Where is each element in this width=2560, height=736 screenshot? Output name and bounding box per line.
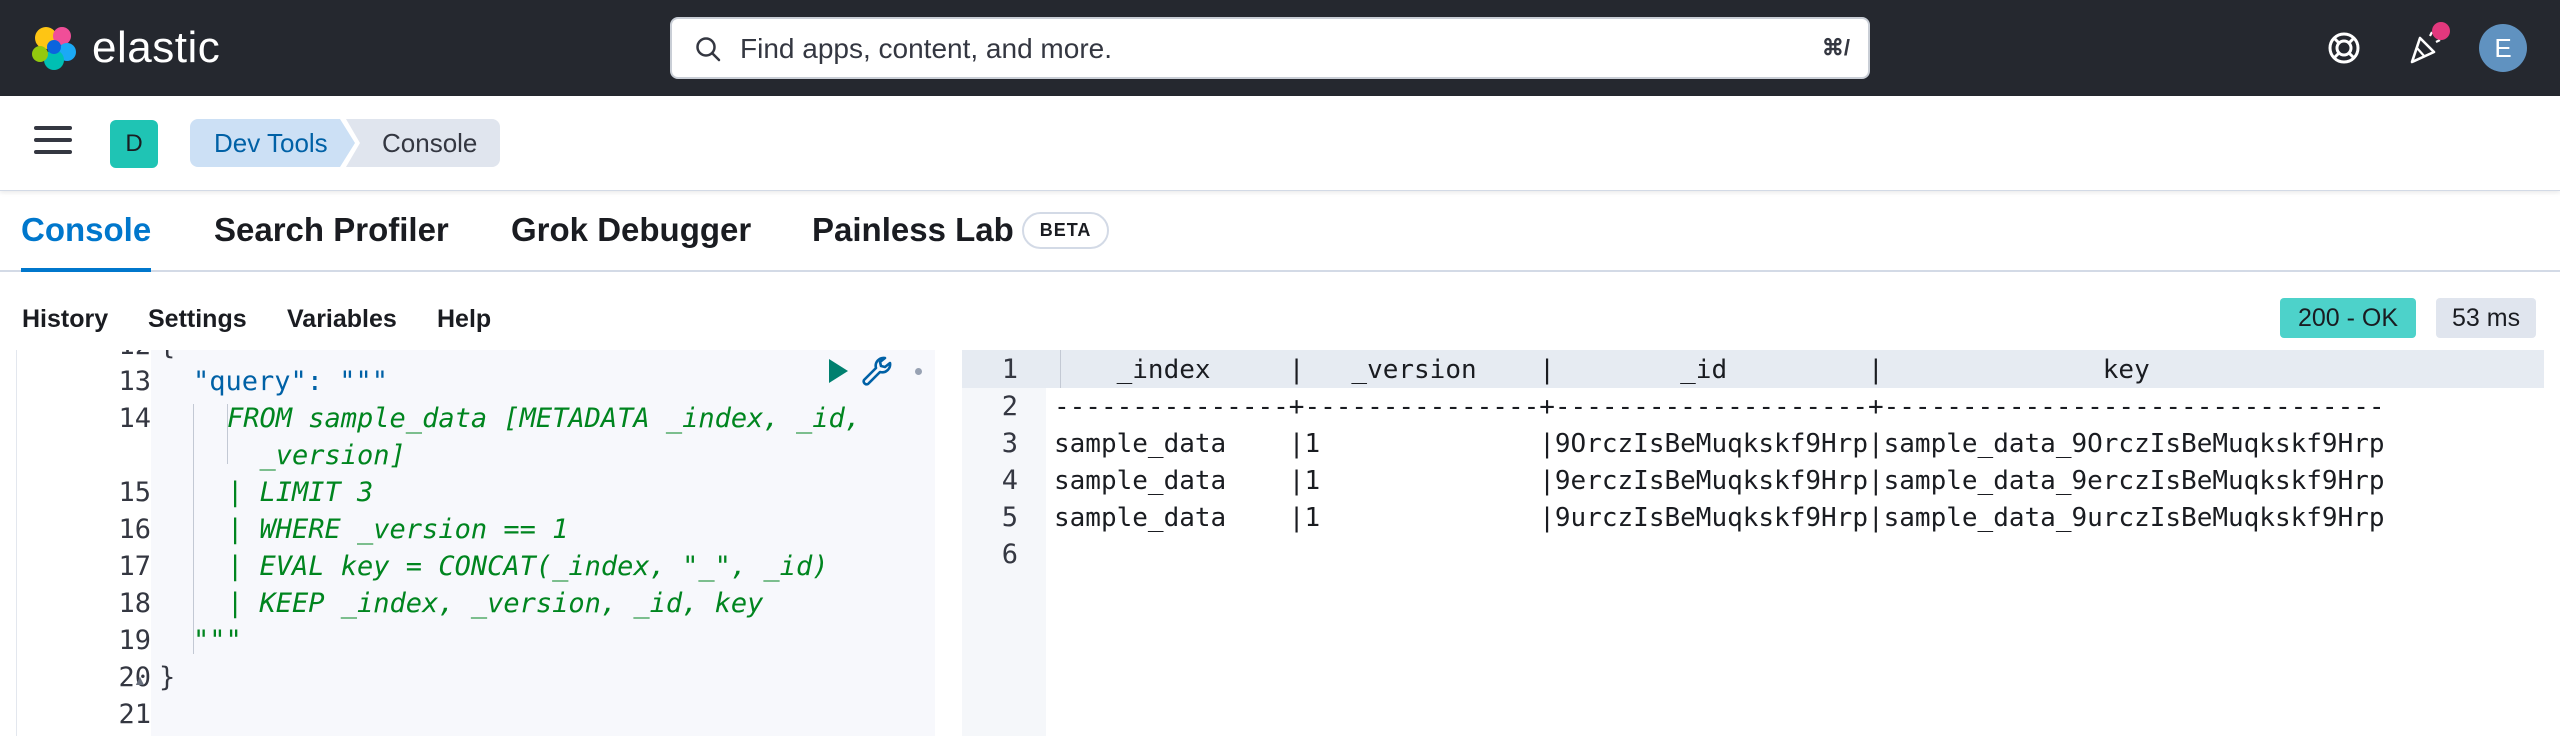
output-separator-row: ---------------+---------------+--------… xyxy=(1054,392,2385,422)
output-line-number: 2 xyxy=(1001,391,1018,422)
output-line-number: 1 xyxy=(1001,354,1018,385)
output-line-number: 3 xyxy=(1001,428,1018,459)
more-actions-icon[interactable] xyxy=(915,368,922,375)
settings-button[interactable]: Settings xyxy=(148,305,247,334)
line-number: 18 xyxy=(118,588,151,619)
search-icon xyxy=(696,37,721,62)
elastic-logo[interactable]: elastic xyxy=(28,22,220,74)
line-number: 12 xyxy=(41,350,151,361)
output-row: sample_data |1 |9erczIsBeMuqkskf9Hrp|sam… xyxy=(1054,466,2385,496)
global-search[interactable]: ⌘/ xyxy=(670,17,1870,79)
beta-badge: BETA xyxy=(1021,211,1110,249)
line-number: 17 xyxy=(118,551,151,582)
notification-dot xyxy=(2432,22,2450,40)
help-button[interactable]: Help xyxy=(437,305,491,334)
help-icon[interactable] xyxy=(2320,24,2368,72)
wrench-icon[interactable] xyxy=(859,352,897,390)
line-number: 21 xyxy=(118,699,151,730)
line-number: 13 xyxy=(118,366,151,397)
code-line: "query": """ xyxy=(193,366,389,397)
hamburger-icon xyxy=(34,126,72,130)
request-editor[interactable]: 12 13 14 15 16 17 18 19 20 21 ▲ { "query… xyxy=(16,350,935,736)
line-number: 15 xyxy=(118,477,151,508)
user-avatar[interactable]: E xyxy=(2479,24,2527,72)
code-line: _version] xyxy=(227,440,406,471)
tab-console[interactable]: Console xyxy=(21,190,152,272)
logo-text: elastic xyxy=(92,23,221,72)
history-button[interactable]: History xyxy=(22,305,108,334)
breadcrumb-dev-tools[interactable]: Dev Tools xyxy=(190,119,355,167)
fold-icon[interactable]: ▲ xyxy=(133,672,147,688)
response-output[interactable]: 1 2 3 4 5 6 _index | _version | _id | ke… xyxy=(962,350,2544,736)
code-line: """ xyxy=(193,625,242,656)
search-shortcut: ⌘/ xyxy=(1821,35,1850,60)
breadcrumb-console: Console xyxy=(346,119,500,167)
tab-painless-lab[interactable]: Painless Lab BETA xyxy=(812,190,1110,270)
pane-resizer[interactable] xyxy=(944,350,952,736)
code-line: { xyxy=(159,350,175,361)
output-header-row: _index | _version | _id | key xyxy=(1054,355,2385,385)
elastic-logo-icon xyxy=(32,27,76,70)
code-line: | LIMIT 3 xyxy=(227,477,374,508)
tab-painless-lab-label: Painless Lab xyxy=(812,211,1014,248)
send-request-icon[interactable] xyxy=(825,356,851,386)
menu-toggle-button[interactable] xyxy=(34,126,72,158)
search-input[interactable] xyxy=(738,19,1742,79)
code-line: | WHERE _version == 1 xyxy=(227,514,569,545)
code-line: } xyxy=(159,662,176,693)
code-line: | EVAL key = CONCAT(_index, "_", _id) xyxy=(227,551,829,582)
line-number: 14 xyxy=(118,403,151,434)
tab-search-profiler[interactable]: Search Profiler xyxy=(214,190,449,270)
request-time-badge: 53 ms xyxy=(2436,298,2537,338)
code-line: | KEEP _index, _version, _id, key xyxy=(227,588,764,619)
variables-button[interactable]: Variables xyxy=(287,305,397,334)
line-number: 16 xyxy=(118,514,151,545)
space-avatar[interactable]: D xyxy=(110,120,158,168)
editor-gutter: 12 13 14 15 16 17 18 19 20 21 ▲ xyxy=(17,350,151,736)
tab-grok-debugger[interactable]: Grok Debugger xyxy=(511,190,751,270)
top-header: elastic ⌘/ E xyxy=(0,0,2560,96)
code-line: FROM sample_data [METADATA _index, _id, xyxy=(227,403,861,434)
status-badge: 200 - OK xyxy=(2280,298,2417,338)
output-row: sample_data |1 |9OrczIsBeMuqkskf9Hrp|sam… xyxy=(1054,429,2385,459)
output-line-number: 5 xyxy=(1001,502,1018,533)
dev-tools-tabs: Console Search Profiler Grok Debugger Pa… xyxy=(0,190,2560,272)
output-line-number: 4 xyxy=(1001,465,1018,496)
output-line-number: 6 xyxy=(1001,539,1018,570)
indent-guide xyxy=(193,404,194,654)
breadcrumb-bar: D Dev Tools Console xyxy=(0,96,2560,191)
output-row: sample_data |1 |9urczIsBeMuqkskf9Hrp|sam… xyxy=(1054,503,2385,533)
line-number: 19 xyxy=(118,625,151,656)
